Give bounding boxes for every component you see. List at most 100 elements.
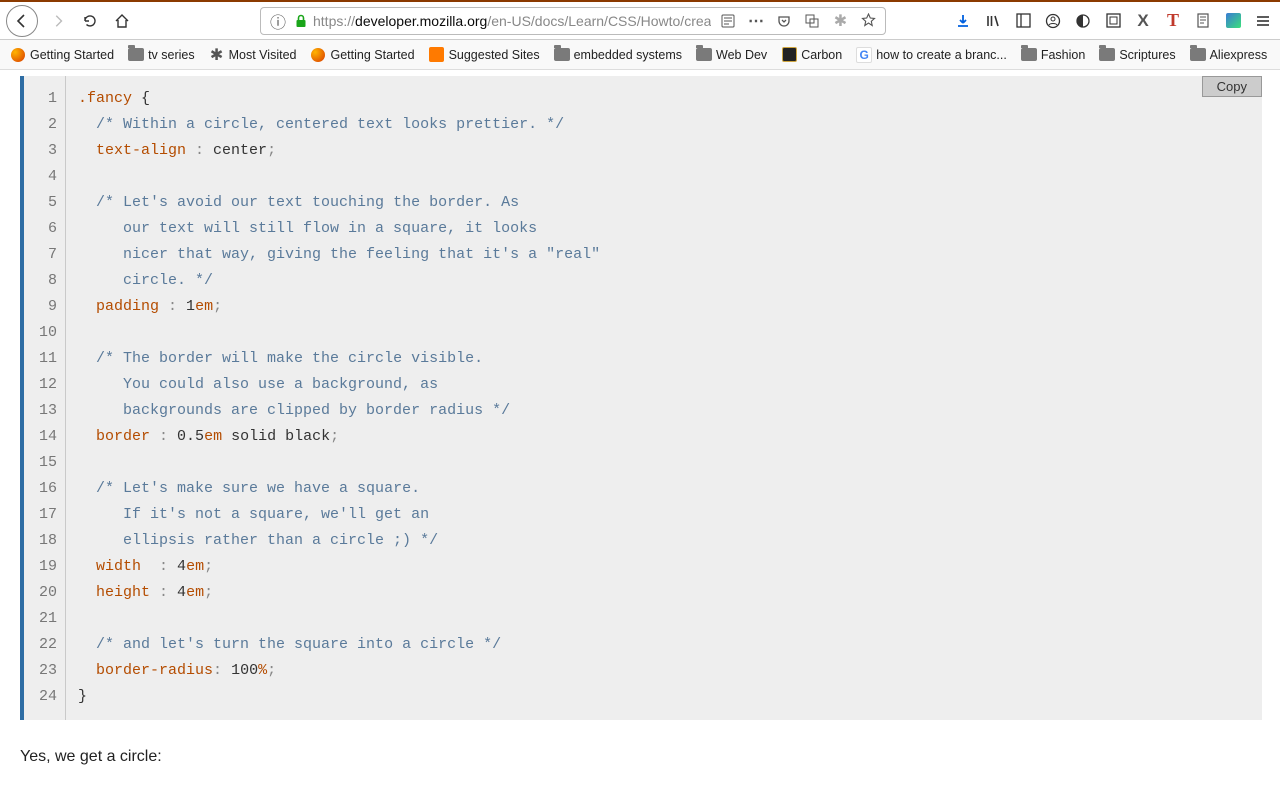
line-number: 10 [30, 320, 57, 346]
account-icon[interactable] [1042, 10, 1064, 32]
extension-icon[interactable]: ✱ [829, 10, 851, 32]
code-line: height : 4em; [78, 580, 600, 606]
code-line: border : 0.5em solid black; [78, 424, 600, 450]
dark-mode-icon[interactable] [1072, 10, 1094, 32]
code-line [78, 164, 600, 190]
bookmark-item[interactable]: Carbon [777, 45, 846, 65]
line-number: 20 [30, 580, 57, 606]
forward-button[interactable] [44, 7, 72, 35]
bookmark-label: how to create a branc... [876, 48, 1007, 62]
code-line: text-align : center; [78, 138, 600, 164]
bookmark-item[interactable]: Aliexpress [1186, 45, 1272, 65]
code-line: /* and let's turn the square into a circ… [78, 632, 600, 658]
bookmark-item[interactable]: tv series [124, 45, 199, 65]
toolbar-right-icons: X T [952, 10, 1274, 32]
folder-icon [554, 47, 570, 63]
line-number: 13 [30, 398, 57, 424]
notes-icon[interactable] [1192, 10, 1214, 32]
code-line: width : 4em; [78, 554, 600, 580]
bookmark-item[interactable]: Suggested Sites [425, 45, 544, 65]
bookmark-item[interactable]: Web Dev [692, 45, 771, 65]
code-line: If it's not a square, we'll get an [78, 502, 600, 528]
code-line: backgrounds are clipped by border radius… [78, 398, 600, 424]
text-tool-icon[interactable]: T [1162, 10, 1184, 32]
bookmark-label: Scriptures [1119, 48, 1175, 62]
sidebar-icon[interactable] [1012, 10, 1034, 32]
bookmark-item[interactable]: Ghow to create a branc... [852, 45, 1011, 65]
bookmark-label: tv series [148, 48, 195, 62]
bookmark-item[interactable]: Getting Started [6, 45, 118, 65]
bookmark-label: Fashion [1041, 48, 1085, 62]
code-line: /* Let's avoid our text touching the bor… [78, 190, 600, 216]
line-number: 22 [30, 632, 57, 658]
bookmark-item[interactable]: Getting Started [306, 45, 418, 65]
line-number: 12 [30, 372, 57, 398]
line-number: 15 [30, 450, 57, 476]
reader-mode-icon[interactable] [717, 10, 739, 32]
bookmark-star-icon[interactable] [857, 10, 879, 32]
line-number: 11 [30, 346, 57, 372]
line-number: 4 [30, 164, 57, 190]
bookmark-label: Aliexpress [1210, 48, 1268, 62]
back-button[interactable] [6, 5, 38, 37]
media-icon[interactable] [1222, 10, 1244, 32]
code-line: nicer that way, giving the feeling that … [78, 242, 600, 268]
line-number: 8 [30, 268, 57, 294]
bookmark-item[interactable]: embedded systems [550, 45, 686, 65]
arrow-right-icon [51, 14, 65, 28]
folder-icon [1021, 47, 1037, 63]
code-line: /* The border will make the circle visib… [78, 346, 600, 372]
menu-icon[interactable] [1252, 10, 1274, 32]
page-actions-icon[interactable]: ⋯ [745, 10, 767, 32]
line-number: 1 [30, 86, 57, 112]
reload-icon [82, 13, 98, 29]
noscript-icon[interactable]: X [1132, 10, 1154, 32]
copy-button[interactable]: Copy [1202, 76, 1262, 97]
line-number: 17 [30, 502, 57, 528]
site-info-icon[interactable]: ⓘ [267, 10, 289, 32]
line-number: 3 [30, 138, 57, 164]
code-line: } [78, 684, 600, 710]
line-number-gutter: 123456789101112131415161718192021222324 [24, 76, 66, 720]
bookmark-label: Most Visited [229, 48, 297, 62]
bookmark-item[interactable]: Scriptures [1095, 45, 1179, 65]
bookmark-item[interactable]: ✱ Most Visited [205, 45, 301, 65]
url-bar[interactable]: ⓘ https://developer.mozilla.org/en-US/do… [260, 7, 886, 35]
downloads-icon[interactable] [952, 10, 974, 32]
line-number: 9 [30, 294, 57, 320]
screenshot-icon[interactable] [801, 10, 823, 32]
folder-icon [696, 47, 712, 63]
folder-icon [128, 47, 144, 63]
bookmark-label: Web Dev [716, 48, 767, 62]
arrow-left-icon [14, 13, 30, 29]
folder-icon [1099, 47, 1115, 63]
code-line [78, 450, 600, 476]
code-line [78, 320, 600, 346]
page-content[interactable]: Copy 12345678910111213141516171819202122… [0, 70, 1280, 800]
google-icon: G [856, 47, 872, 63]
bookmark-label: embedded systems [574, 48, 682, 62]
code-block: Copy 12345678910111213141516171819202122… [20, 76, 1262, 720]
gear-icon: ✱ [209, 47, 225, 63]
bookmark-label: Getting Started [330, 48, 414, 62]
code-content[interactable]: .fancy { /* Within a circle, centered te… [66, 76, 612, 720]
paragraph-below-code: Yes, we get a circle: [20, 748, 1262, 766]
pocket-icon[interactable] [773, 10, 795, 32]
folder-icon [1190, 47, 1206, 63]
bookmark-label: Carbon [801, 48, 842, 62]
line-number: 6 [30, 216, 57, 242]
line-number: 2 [30, 112, 57, 138]
home-icon [114, 13, 130, 29]
line-number: 18 [30, 528, 57, 554]
bookmark-item[interactable]: Fashion [1017, 45, 1089, 65]
reload-button[interactable] [76, 7, 104, 35]
home-button[interactable] [108, 7, 136, 35]
library-icon[interactable] [982, 10, 1004, 32]
code-line: You could also use a background, as [78, 372, 600, 398]
container-icon[interactable] [1102, 10, 1124, 32]
url-text: https://developer.mozilla.org/en-US/docs… [313, 13, 711, 29]
code-line: ellipsis rather than a circle ;) */ [78, 528, 600, 554]
bookmark-label: Getting Started [30, 48, 114, 62]
code-line: /* Within a circle, centered text looks … [78, 112, 600, 138]
suggested-icon [429, 47, 445, 63]
